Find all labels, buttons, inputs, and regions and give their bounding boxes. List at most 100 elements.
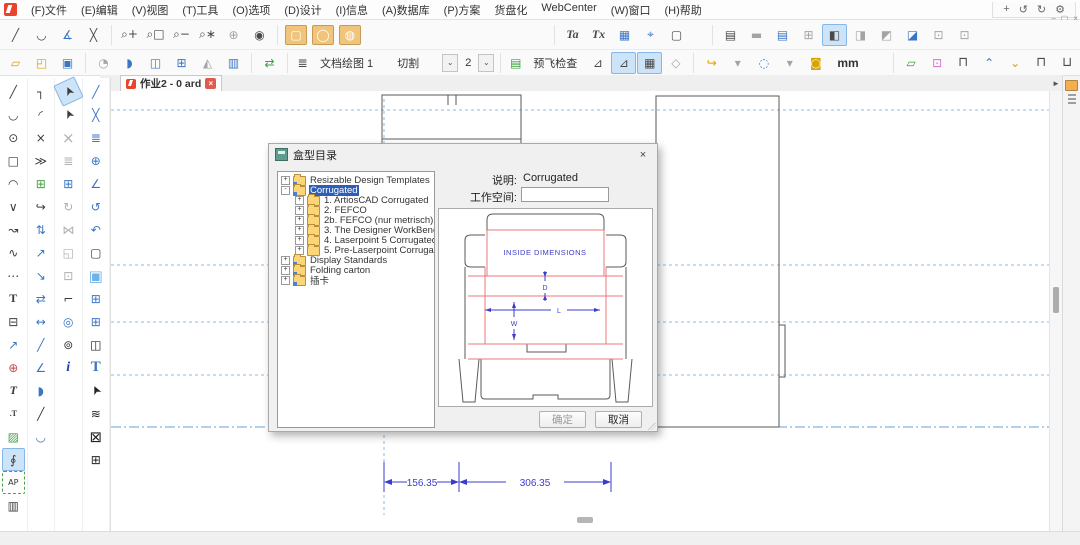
tree-item[interactable]: + 插卡	[278, 275, 434, 285]
tree-expander-icon[interactable]: +	[281, 276, 290, 285]
fill-style-icon[interactable]: ◙	[803, 52, 828, 74]
panel-grid-icon[interactable]: ⊞	[84, 287, 107, 310]
counter-dark-icon[interactable]: ⊓	[951, 52, 976, 74]
copy-plus-icon[interactable]: ⊞	[57, 172, 80, 195]
tree-expander-icon[interactable]: +	[295, 196, 304, 205]
swap-points-icon[interactable]: ⇄	[29, 287, 52, 310]
menu-item[interactable]: (F)文件	[24, 2, 74, 18]
polygon-pink-icon[interactable]: ⊡	[925, 52, 950, 74]
bridge-comb-icon[interactable]: ≣	[84, 126, 107, 149]
fill-outline-icon[interactable]: ◩	[874, 24, 899, 46]
save-icon[interactable]: ▣	[55, 52, 80, 74]
menu-item[interactable]: WebCenter	[534, 2, 603, 18]
zoom-out-icon[interactable]: ⌕−	[169, 24, 194, 46]
sync-arrows-icon[interactable]: ⇄	[257, 52, 282, 74]
document-tab[interactable]: 作业2 - 0 ard ×	[120, 75, 222, 91]
rectangle-tool-icon[interactable]: □	[2, 149, 25, 172]
dialog-title-bar[interactable]: 盒型目录 ×	[269, 144, 657, 165]
preview-icon[interactable]: ◉	[247, 24, 272, 46]
ray-angle-icon[interactable]: ∠	[84, 172, 107, 195]
zoom-in-icon[interactable]: ⌕+	[117, 24, 142, 46]
dropdown-caret2-icon[interactable]: ▾	[777, 52, 802, 74]
redo-icon[interactable]: ↻	[1037, 3, 1046, 16]
dim-line-icon[interactable]: ╱	[29, 402, 52, 425]
hatch-fill-icon[interactable]: ▨	[2, 425, 25, 448]
active-layer-label[interactable]: 文档绘图 1	[315, 55, 378, 71]
document-icon[interactable]: ▢	[84, 241, 107, 264]
tree-expander-icon[interactable]: +	[281, 176, 290, 185]
menu-item[interactable]: 货盘化	[487, 2, 534, 18]
perf-line-icon[interactable]: ⋯	[2, 264, 25, 287]
horizontal-scrollbar-thumb[interactable]	[577, 517, 593, 523]
docked-panel-tab[interactable]	[1062, 76, 1080, 532]
board-info-icon[interactable]: ⊿	[585, 52, 610, 74]
tree-item[interactable]: + 4. Laserpoint 5 Corrugated	[278, 235, 434, 245]
text-tool-icon[interactable]: T	[2, 287, 25, 310]
circle-tool-icon[interactable]: ⊙	[2, 126, 25, 149]
dim-angle-icon[interactable]: ∠	[29, 356, 52, 379]
cube-3d-icon[interactable]: ◫	[84, 333, 107, 356]
arc-tool-icon[interactable]: ◡	[2, 103, 25, 126]
line-tool-icon[interactable]: ╱	[2, 80, 25, 103]
tree-expander-icon[interactable]: +	[295, 236, 304, 245]
edit-image-icon[interactable]: ▤	[770, 24, 795, 46]
tree-item[interactable]: + 2. FEFCO	[278, 205, 434, 215]
stretch-icon[interactable]: ↔	[29, 310, 52, 333]
stair-line-icon[interactable]: ↪	[29, 195, 52, 218]
fill-tool-icon[interactable]: ◧	[822, 24, 847, 46]
combo-caret-icon[interactable]: ⌄	[442, 54, 458, 72]
dim-radius-icon[interactable]: ◗	[29, 379, 52, 402]
vertical-scrollbar-thumb[interactable]	[1053, 287, 1059, 313]
diamond-view-icon[interactable]: ◇	[663, 52, 688, 74]
mirror-icon[interactable]: ⋈	[57, 218, 80, 241]
overlap-front-icon[interactable]: ⊡	[926, 24, 951, 46]
undo-icon[interactable]: ↺	[1019, 3, 1028, 16]
vertical-scrollbar[interactable]	[1049, 91, 1063, 532]
tree-expander-icon[interactable]: +	[295, 206, 304, 215]
open-folder-icon[interactable]: ▱	[3, 52, 28, 74]
scale-icon[interactable]: ◱	[57, 241, 80, 264]
duplicate-icon[interactable]: ⊡	[57, 264, 80, 287]
big-text-icon[interactable]: T	[84, 356, 107, 379]
info-icon[interactable]: i	[57, 356, 80, 379]
cut-arc-icon[interactable]: ◜	[29, 103, 52, 126]
convert-3d-icon[interactable]: ◫	[143, 52, 168, 74]
add-image-icon[interactable]: ▤	[718, 24, 743, 46]
tree-item[interactable]: + Display Standards	[278, 255, 434, 265]
spec-browser-icon[interactable]: ▥	[221, 52, 246, 74]
tree-item[interactable]: + 2b. FEFCO (nur metrisch)	[278, 215, 434, 225]
preflight-label[interactable]: 预飞检查	[528, 55, 582, 71]
drawing-grid-icon[interactable]: ▦	[637, 52, 662, 74]
screen-icon[interactable]: ▬	[744, 24, 769, 46]
center-point-icon[interactable]: ⊕	[84, 149, 107, 172]
stripping-remove-icon[interactable]: ⊓	[1029, 52, 1054, 74]
slope-sub-icon[interactable]: ⌄	[1003, 52, 1028, 74]
tree-item[interactable]: + Folding carton	[278, 265, 434, 275]
tree-item[interactable]: - Corrugated	[278, 185, 434, 195]
corner-tool-icon[interactable]: ┐	[29, 80, 52, 103]
menu-item[interactable]: (A)数据库	[375, 2, 437, 18]
menu-item[interactable]: (W)窗口	[604, 2, 658, 18]
curve-tool-icon[interactable]: ◠	[2, 172, 25, 195]
text-attr-icon[interactable]: Ta	[560, 24, 585, 46]
rotate-icon[interactable]: ↻	[57, 195, 80, 218]
panel-grid-plus-icon[interactable]: ⊞	[84, 310, 107, 333]
italic-text-icon[interactable]: T	[2, 379, 25, 402]
grid-icon[interactable]: ▦	[612, 24, 637, 46]
arc-tool-icon[interactable]: ◡	[29, 24, 54, 46]
fill-light-icon[interactable]: ◨	[848, 24, 873, 46]
delete-icon[interactable]: ×	[57, 126, 80, 149]
menu-item[interactable]: (O)选项	[225, 2, 277, 18]
fork-line-icon[interactable]: ∨	[2, 195, 25, 218]
menu-item[interactable]: (V)视图	[125, 2, 176, 18]
dialog-close-icon[interactable]: ×	[635, 147, 651, 163]
divide-tool-icon[interactable]: ╳	[81, 24, 106, 46]
sheet-icon[interactable]: ▢	[664, 24, 689, 46]
path-move-icon[interactable]: ⌐	[57, 287, 80, 310]
slope-add-icon[interactable]: ⌃	[977, 52, 1002, 74]
blue-frame-icon[interactable]: ▣	[84, 264, 107, 287]
fit-panel-icon[interactable]: ⊞	[796, 24, 821, 46]
menu-item[interactable]: (I)信息	[329, 2, 375, 18]
board-info2-icon[interactable]: ⊿	[611, 52, 636, 74]
tree-expander-icon[interactable]: -	[281, 186, 290, 195]
